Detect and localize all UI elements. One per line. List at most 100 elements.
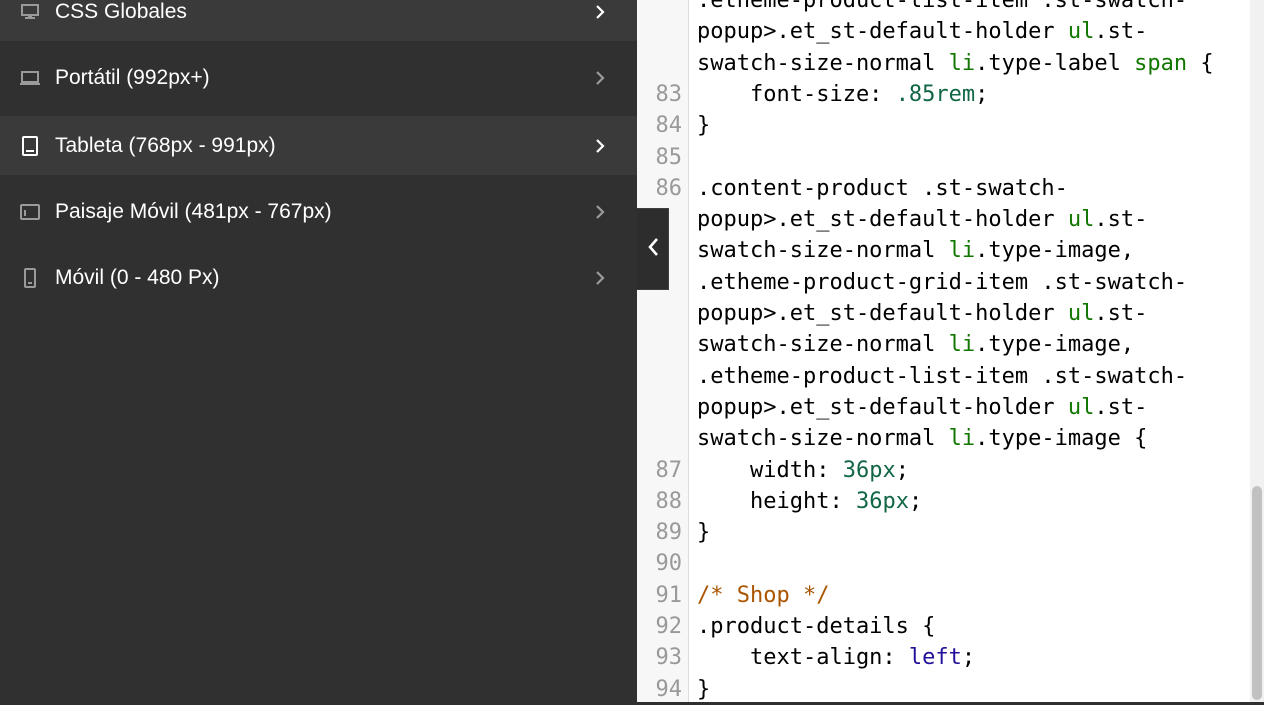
code-text: .etheme-product-list-item .st-swatch- xyxy=(697,361,1187,392)
code-text: swatch-size-normal li.type-image, xyxy=(697,329,1134,360)
code-token: li xyxy=(948,332,976,358)
code-token: .type-image, xyxy=(975,238,1135,264)
chevron-right-icon xyxy=(592,270,608,286)
line-number: 84 xyxy=(655,113,683,139)
code-text: swatch-size-normal li.type-label span { xyxy=(697,48,1214,79)
chevron-right-icon xyxy=(592,4,608,20)
code-line: 86 .content-product .st-swatch- xyxy=(637,173,1249,204)
code-token: swatch-size-normal xyxy=(697,332,949,358)
code-line: swatch-size-normal li.type-image { xyxy=(637,423,1249,454)
code-token: ul xyxy=(1067,301,1095,326)
code-token: 36px xyxy=(855,488,909,514)
code-token: /* Shop */ xyxy=(697,582,830,608)
sidebar-item-mobile[interactable]: Móvil (0 - 480 Px) xyxy=(0,248,637,307)
sidebar-item-label: Móvil (0 - 480 Px) xyxy=(55,265,220,289)
code-token: .product-details { xyxy=(697,614,936,639)
line-number: 83 xyxy=(655,81,683,107)
code-token: .st- xyxy=(1094,301,1148,326)
sidebar: CSS Globales Portátil (992px+) Tableta (… xyxy=(0,0,637,702)
code-token: text-align: xyxy=(697,645,909,671)
tablet-landscape-icon xyxy=(20,202,40,222)
line-number: 87 xyxy=(655,457,683,483)
chevron-right-icon xyxy=(592,70,608,86)
chevron-left-icon xyxy=(646,236,660,263)
code-token: { xyxy=(1187,50,1214,76)
code-text: popup>.et_st-default-holder ul.st- xyxy=(697,298,1147,329)
code-token: ul xyxy=(1067,207,1095,233)
code-line: 89} xyxy=(637,517,1249,548)
code-token: li xyxy=(948,238,976,264)
code-text: .etheme-product-grid-item .st-swatch- xyxy=(697,267,1187,298)
laptop-icon xyxy=(20,68,40,88)
code-text: .product-details { xyxy=(697,611,935,642)
line-number: 91 xyxy=(655,582,683,608)
sidebar-item-mobile-landscape[interactable]: Paisaje Móvil (481px - 767px) xyxy=(0,182,637,241)
code-token: popup>.et_st-default-holder xyxy=(697,394,1068,420)
code-text: swatch-size-normal li.type-image { xyxy=(697,423,1147,454)
code-token: swatch-size-normal xyxy=(697,238,949,264)
sidebar-item-label: Tableta (768px - 991px) xyxy=(55,133,276,157)
code-token: .etheme-product-list-item .st-swatch- xyxy=(697,0,1188,13)
code-token: ul xyxy=(1067,19,1095,45)
code-line: 92 .product-details { xyxy=(637,611,1249,642)
collapse-panel-button[interactable] xyxy=(637,208,669,290)
code-lines[interactable]: .etheme-product-list-item .st-swatch-pop… xyxy=(637,0,1249,702)
editor-scrollbar[interactable] xyxy=(1250,0,1264,702)
desktop-icon xyxy=(20,2,40,22)
code-text: .content-product .st-swatch- xyxy=(697,173,1068,204)
sidebar-item-label: Paisaje Móvil (481px - 767px) xyxy=(55,199,332,223)
code-line: popup>.et_st-default-holder ul.st- xyxy=(637,392,1249,423)
line-number: 88 xyxy=(655,488,683,514)
chevron-right-icon xyxy=(592,204,608,220)
code-line: swatch-size-normal li.type-label span { xyxy=(637,48,1249,79)
code-token: } xyxy=(697,113,711,139)
code-token: ; xyxy=(908,488,923,514)
code-line: 93 text-align: left; xyxy=(637,642,1249,673)
code-line: 84} xyxy=(637,110,1249,141)
code-line: popup>.et_st-default-holder ul.st- xyxy=(637,16,1249,47)
code-token: width: xyxy=(697,457,843,483)
code-token: .type-image, xyxy=(975,332,1135,358)
code-token: } xyxy=(697,520,711,546)
code-token: popup>.et_st-default-holder xyxy=(697,301,1068,326)
code-line: swatch-size-normal li.type-image, xyxy=(637,235,1249,266)
sidebar-item-global-css[interactable]: CSS Globales xyxy=(0,0,637,41)
code-text: } xyxy=(697,517,710,548)
code-token: .st- xyxy=(1094,19,1148,45)
code-text: } xyxy=(697,110,710,141)
code-token: li xyxy=(948,426,976,452)
code-token: height: xyxy=(697,488,856,514)
scrollbar-thumb[interactable] xyxy=(1252,486,1262,700)
code-line: .etheme-product-list-item .st-swatch- xyxy=(637,0,1249,16)
code-token: .etheme-product-grid-item .st-swatch- xyxy=(697,269,1188,295)
code-token: popup>.et_st-default-holder xyxy=(697,207,1068,233)
line-number: 89 xyxy=(655,520,683,546)
code-text: popup>.et_st-default-holder ul.st- xyxy=(697,16,1147,47)
sidebar-item-label: Portátil (992px+) xyxy=(55,65,210,89)
code-line: .etheme-product-list-item .st-swatch- xyxy=(637,361,1249,392)
line-number: 93 xyxy=(655,645,683,671)
sidebar-item-tablet[interactable]: Tableta (768px - 991px) xyxy=(0,116,637,175)
code-text: swatch-size-normal li.type-image, xyxy=(697,235,1134,266)
code-token: popup>.et_st-default-holder xyxy=(697,19,1068,45)
code-text: width: 36px; xyxy=(697,455,909,486)
code-text: height: 36px; xyxy=(697,486,922,517)
code-token: left xyxy=(908,645,962,671)
code-token: .type-image { xyxy=(975,426,1148,452)
line-number: 92 xyxy=(655,614,683,639)
line-number: 86 xyxy=(655,175,683,201)
code-line: popup>.et_st-default-holder ul.st- xyxy=(637,298,1249,329)
code-line: .etheme-product-grid-item .st-swatch- xyxy=(637,267,1249,298)
code-editor[interactable]: .etheme-product-list-item .st-swatch-pop… xyxy=(637,0,1264,702)
code-line: 91 /* Shop */ xyxy=(637,580,1249,611)
chevron-right-icon xyxy=(592,138,608,154)
sidebar-item-laptop[interactable]: Portátil (992px+) xyxy=(0,48,637,107)
code-line: 90 xyxy=(637,548,1249,579)
tablet-icon xyxy=(20,135,40,156)
code-text: .etheme-product-list-item .st-swatch- xyxy=(697,0,1187,16)
code-token: .type-label xyxy=(975,50,1135,76)
code-token: 36px xyxy=(842,457,896,483)
code-line: 94} xyxy=(637,674,1249,705)
code-token: .etheme-product-list-item .st-swatch- xyxy=(697,363,1188,389)
code-line: 88 height: 36px; xyxy=(637,486,1249,517)
